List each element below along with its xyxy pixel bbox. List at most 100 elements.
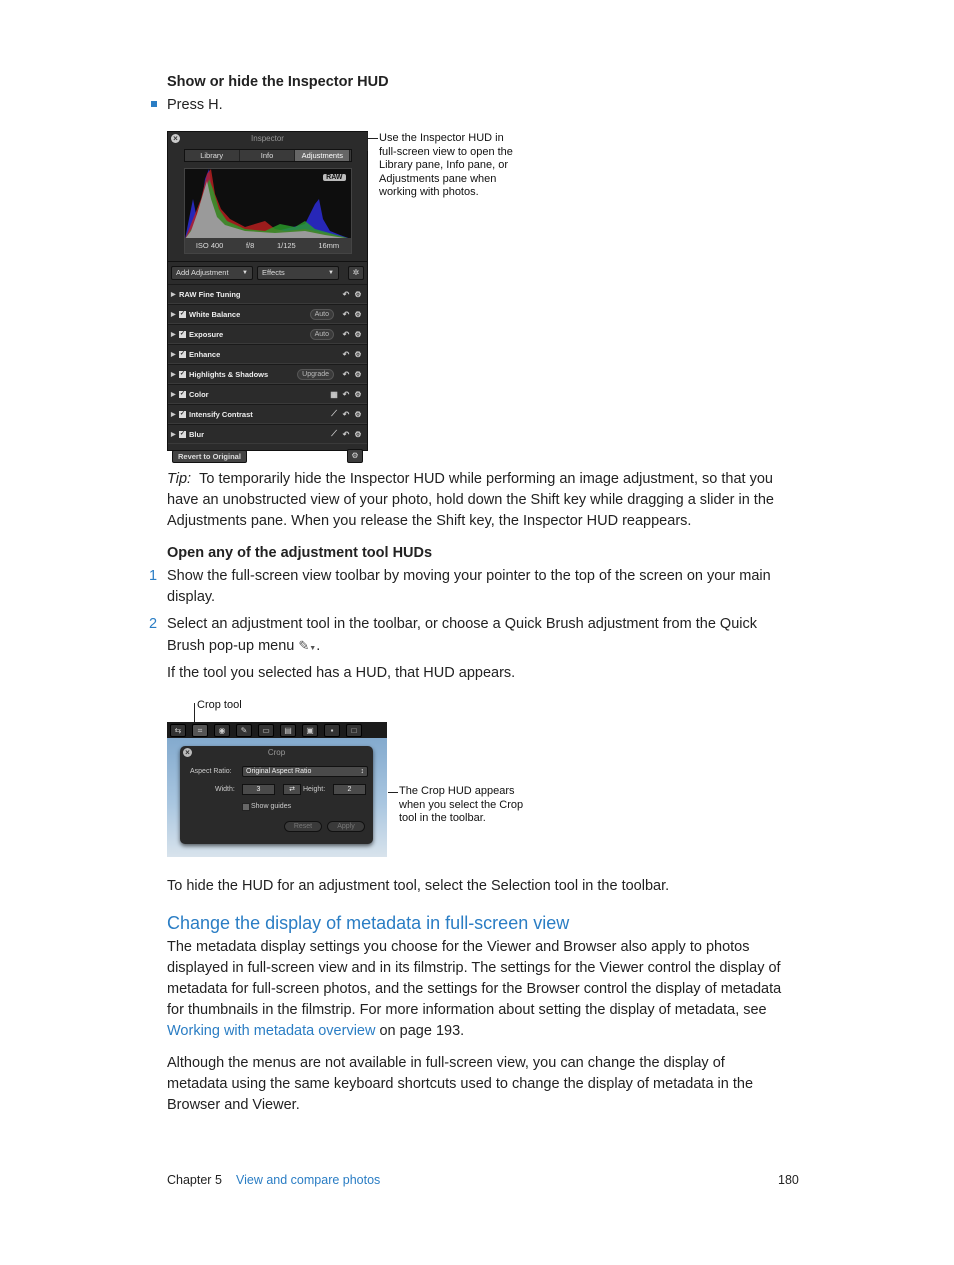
disclosure-triangle-icon[interactable]: ▶ (171, 371, 179, 378)
disclosure-triangle-icon[interactable]: ▶ (171, 291, 179, 298)
adjustment-row[interactable]: ▶ ✓ Color ▦ ↶ ⚙ (168, 384, 367, 404)
quick-brush-icon: ✎▼ (298, 638, 317, 653)
reset-arrow-icon[interactable]: ↶ (340, 330, 352, 339)
reset-arrow-icon[interactable]: ↶ (340, 370, 352, 379)
metadata-paragraph: The metadata display settings you choose… (167, 937, 797, 1042)
metadata-text-end: on page 193. (375, 1023, 465, 1039)
red-eye-tool[interactable]: ◉ (214, 723, 230, 737)
enable-checkbox[interactable]: ✓ (179, 370, 186, 378)
auto-button[interactable]: Auto (309, 328, 334, 340)
enable-checkbox[interactable]: ✓ (179, 310, 186, 318)
gear-menu-button[interactable]: ⚙ (347, 449, 363, 463)
effects-dropdown[interactable]: Effects ▼ (257, 266, 339, 280)
disclosure-triangle-icon[interactable]: ▶ (171, 331, 179, 338)
add-adjustment-label: Add Adjustment (176, 268, 229, 277)
adjustment-label: White Balance (189, 309, 241, 319)
tab-adjustments[interactable]: Adjustments (295, 150, 351, 161)
show-guides-checkbox[interactable] (242, 803, 250, 811)
disclosure-triangle-icon[interactable]: ▶ (171, 411, 179, 418)
brush-icon[interactable]: ⟋ (328, 429, 340, 439)
enable-checkbox[interactable]: ✓ (179, 410, 186, 418)
footer-chapter-link[interactable]: View and compare photos (236, 1173, 380, 1187)
auto-enhance-button[interactable]: ✲ (348, 266, 364, 280)
adjustment-row[interactable]: ▶ ✓ White Balance Auto ↶ ⚙ (168, 304, 367, 324)
disclosure-triangle-icon[interactable]: ▶ (171, 311, 179, 318)
enable-checkbox[interactable]: ✓ (179, 430, 186, 438)
adjustment-row[interactable]: ▶ ✓ Highlights & Shadows Upgrade ↶ ⚙ (168, 364, 367, 384)
step-text: Select an adjustment tool in the toolbar… (167, 616, 757, 654)
width-input[interactable]: 3 (242, 784, 275, 795)
reset-arrow-icon[interactable]: ↶ (340, 390, 352, 399)
toolbar-button[interactable]: □ (346, 723, 362, 737)
hud-titlebar: × Inspector (168, 132, 367, 146)
tab-info[interactable]: Info (240, 150, 296, 161)
selection-tool[interactable]: ⇆ (170, 723, 186, 737)
add-adjustment-dropdown[interactable]: Add Adjustment ▼ (171, 266, 253, 280)
bullet-text: Press H. (167, 97, 223, 113)
brush-icon: ✎ (240, 725, 248, 735)
close-icon[interactable]: × (183, 748, 192, 757)
section-heading-tool-huds: Open any of the adjustment tool HUDs (167, 545, 433, 561)
gear-icon[interactable]: ⚙ (352, 370, 364, 379)
tip-text: To temporarily hide the Inspector HUD wh… (167, 471, 774, 529)
reset-arrow-icon[interactable]: ↶ (340, 310, 352, 319)
reset-arrow-icon[interactable]: ↶ (340, 410, 352, 419)
adjustment-label: Exposure (189, 329, 224, 339)
gear-icon[interactable]: ⚙ (352, 310, 364, 319)
toolbar-button[interactable]: ▣ (302, 723, 318, 737)
toolbar-button[interactable]: ▤ (280, 723, 296, 737)
reset-arrow-icon[interactable]: ↶ (340, 290, 352, 299)
upgrade-button[interactable]: Upgrade (297, 368, 334, 380)
gear-icon[interactable]: ⚙ (352, 430, 364, 439)
apply-button[interactable]: Apply (327, 821, 365, 832)
reset-button[interactable]: Reset (284, 821, 322, 832)
swatch-icon[interactable]: ▦ (328, 390, 340, 399)
toolbar-button[interactable]: ▭ (258, 723, 274, 737)
reset-arrow-icon[interactable]: ↶ (340, 350, 352, 359)
adjustment-toolbar: Add Adjustment ▼ Effects ▼ ✲ (168, 261, 367, 284)
crop-tool-label: Crop tool (197, 699, 242, 711)
reset-arrow-icon[interactable]: ↶ (340, 430, 352, 439)
inspector-hud: × Inspector Library Info Adjustments RAW… (167, 131, 368, 463)
disclosure-triangle-icon[interactable]: ▶ (171, 351, 179, 358)
enable-checkbox[interactable]: ✓ (179, 330, 186, 338)
adjustment-row[interactable]: ▶ ✓ Enhance ↶ ⚙ (168, 344, 367, 364)
adjustment-row[interactable]: ▶ ✓ Blur ⟋ ↶ ⚙ (168, 424, 367, 444)
disclosure-triangle-icon[interactable]: ▶ (171, 391, 179, 398)
quick-brush-tool[interactable]: ✎ (236, 723, 252, 737)
enable-checkbox[interactable]: ✓ (179, 350, 186, 358)
gear-icon[interactable]: ⚙ (352, 290, 364, 299)
height-input[interactable]: 2 (333, 784, 366, 795)
step-text-content: Select an adjustment tool in the toolbar… (167, 616, 757, 654)
metadata-text: The metadata display settings you choose… (167, 939, 782, 1018)
gear-icon[interactable]: ⚙ (352, 330, 364, 339)
close-icon[interactable]: × (171, 134, 180, 143)
toolbar-button[interactable]: ▪ (324, 723, 340, 737)
photo-icon: ▣ (306, 725, 314, 735)
gear-icon: ⚙ (351, 451, 359, 460)
tip-label: Tip: (167, 471, 192, 487)
aspect-ratio-select[interactable]: Original Aspect Ratio ↕ (242, 766, 368, 777)
adjustment-row[interactable]: ▶ ✓ Intensify Contrast ⟋ ↶ ⚙ (168, 404, 367, 424)
brush-icon[interactable]: ⟋ (328, 409, 340, 419)
crop-tool[interactable]: ⌗ (192, 723, 208, 737)
focal-length-value: 16mm (318, 241, 340, 250)
adjustment-label: RAW Fine Tuning (179, 289, 241, 299)
enable-checkbox[interactable]: ✓ (179, 390, 186, 398)
gear-icon[interactable]: ⚙ (352, 410, 364, 419)
revert-to-original-button[interactable]: Revert to Original (172, 449, 247, 463)
gear-icon[interactable]: ⚙ (352, 350, 364, 359)
effects-label: Effects (262, 268, 285, 277)
swap-dimensions-button[interactable]: ⇄ (283, 784, 301, 795)
aperture-value: f/8 (245, 241, 255, 250)
gear-icon[interactable]: ⚙ (352, 390, 364, 399)
adjustment-row[interactable]: ▶ RAW Fine Tuning ↶ ⚙ (168, 284, 367, 304)
metadata-overview-link[interactable]: Working with metadata overview (167, 1023, 375, 1039)
adjustment-row[interactable]: ▶ ✓ Exposure Auto ↶ ⚙ (168, 324, 367, 344)
auto-button[interactable]: Auto (309, 308, 334, 320)
tab-library[interactable]: Library (185, 150, 240, 161)
aspect-ratio-value: Original Aspect Ratio (246, 768, 312, 775)
chevron-down-icon: ▼ (328, 270, 334, 276)
arrow-icon: ⇆ (174, 725, 182, 735)
disclosure-triangle-icon[interactable]: ▶ (171, 431, 179, 438)
